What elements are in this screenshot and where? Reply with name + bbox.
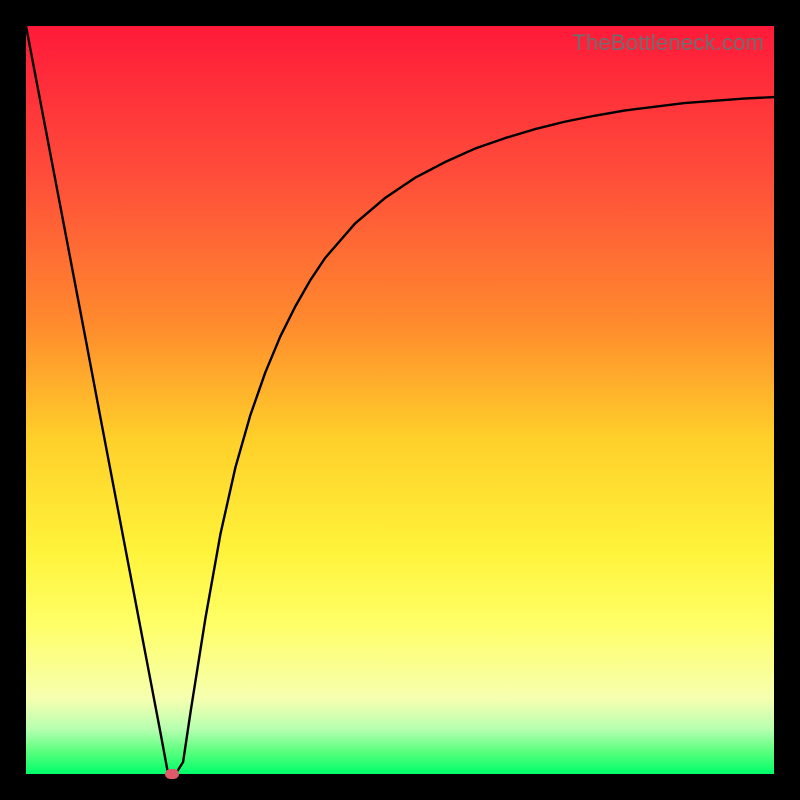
- bottleneck-curve: [26, 26, 774, 774]
- chart-frame: TheBottleneck.com: [0, 0, 800, 800]
- minimum-marker: [165, 769, 179, 779]
- plot-area: TheBottleneck.com: [26, 26, 774, 774]
